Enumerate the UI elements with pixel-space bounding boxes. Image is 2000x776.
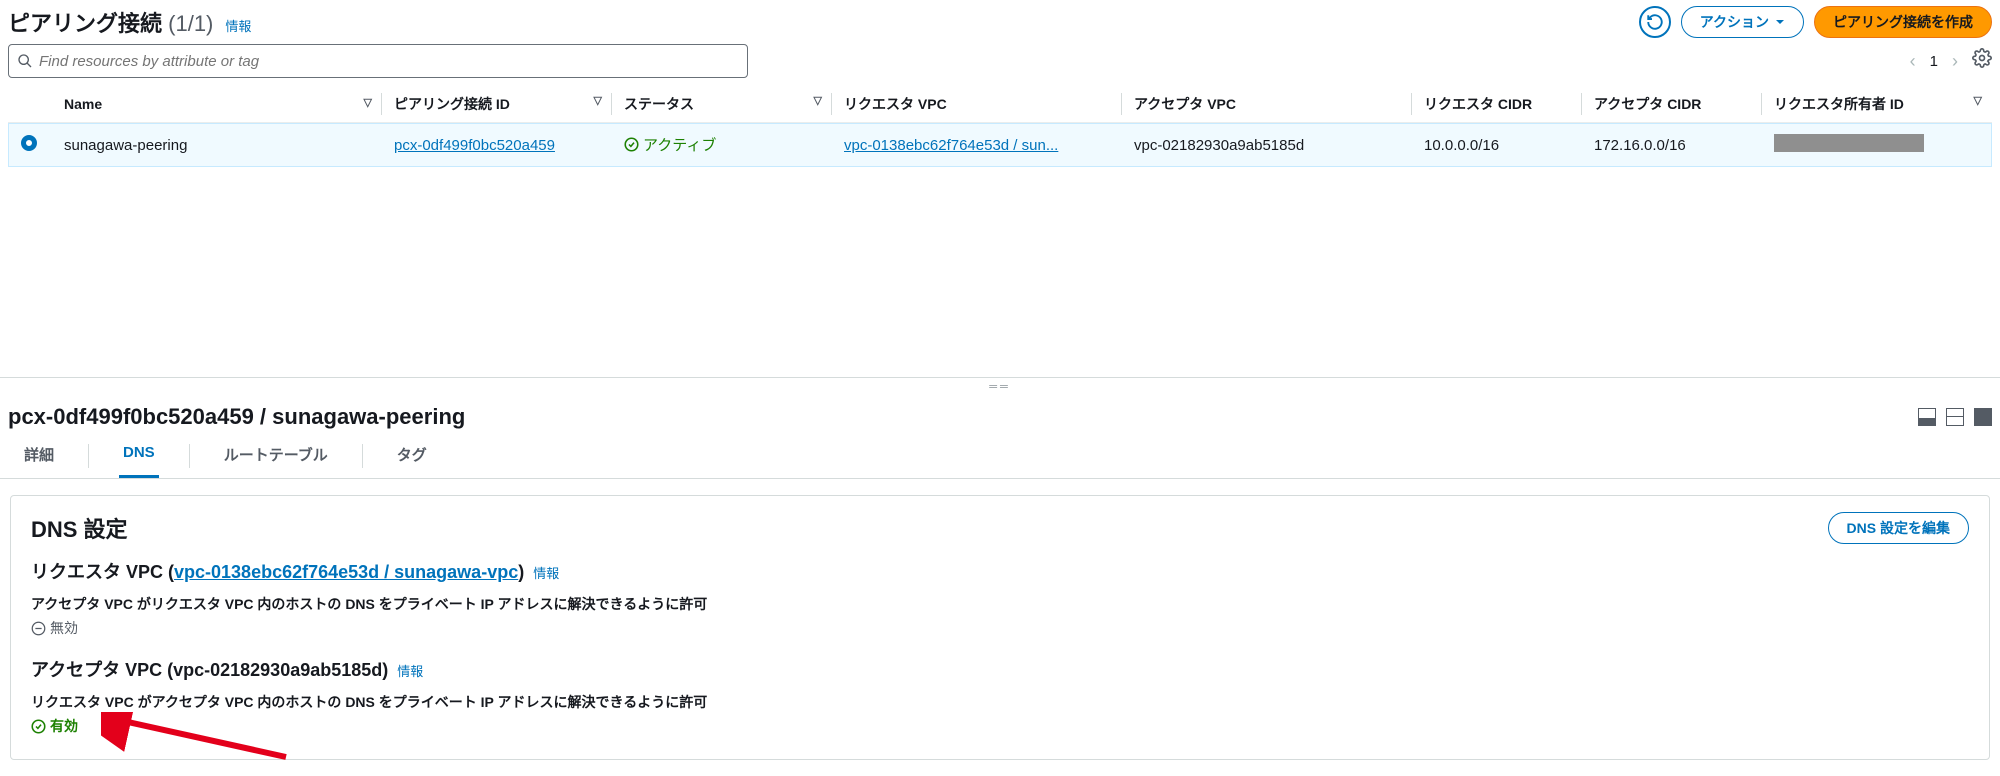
actions-label: アクション bbox=[1700, 12, 1769, 32]
col-acc-cidr[interactable]: アクセプタ CIDR bbox=[1594, 96, 1701, 112]
req-label-post: ) bbox=[518, 562, 524, 582]
col-peering-id[interactable]: ピアリング接続 ID bbox=[394, 96, 510, 112]
split-handle[interactable]: ══ bbox=[0, 378, 2000, 396]
acc-desc: リクエスタ VPC がアクセプタ VPC 内のホストの DNS をプライベート … bbox=[31, 692, 1969, 712]
dns-panel-title: DNS 設定 bbox=[31, 512, 128, 544]
disabled-text: 無効 bbox=[50, 618, 78, 638]
create-peering-button[interactable]: ピアリング接続を作成 bbox=[1814, 6, 1992, 38]
cell-req-vpc-link[interactable]: vpc-0138ebc62f764e53d / sun... bbox=[844, 137, 1058, 154]
layout-full-icon[interactable] bbox=[1974, 408, 1992, 426]
acc-label: アクセプタ VPC (vpc-02182930a9ab5185d) bbox=[31, 660, 388, 680]
page-next[interactable]: › bbox=[1952, 51, 1958, 72]
owner-redacted bbox=[1774, 134, 1924, 152]
cell-acc-cidr: 172.16.0.0/16 bbox=[1582, 123, 1762, 167]
acc-info-link[interactable]: 情報 bbox=[397, 664, 423, 679]
col-req-owner[interactable]: リクエスタ所有者 ID bbox=[1774, 96, 1904, 112]
col-acc-vpc[interactable]: アクセプタ VPC bbox=[1134, 96, 1236, 112]
caret-down-icon bbox=[1775, 17, 1785, 27]
refresh-button[interactable] bbox=[1639, 6, 1671, 38]
peering-table: Name ピアリング接続 ID ステータス リクエスタ VPC アクセプタ VP… bbox=[8, 86, 1992, 167]
accepter-section: アクセプタ VPC (vpc-02182930a9ab5185d) 情報 bbox=[31, 656, 1969, 682]
enabled-text: 有効 bbox=[50, 716, 78, 736]
col-req-cidr[interactable]: リクエスタ CIDR bbox=[1424, 96, 1532, 112]
req-desc: アクセプタ VPC がリクエスタ VPC 内のホストの DNS をプライベート … bbox=[31, 594, 1969, 614]
page-title: ピアリング接続 (1/1) bbox=[8, 6, 213, 38]
actions-button[interactable]: アクション bbox=[1681, 6, 1804, 38]
create-label: ピアリング接続を作成 bbox=[1833, 12, 1973, 32]
status-active: アクティブ bbox=[624, 134, 716, 155]
status-enabled: 有効 bbox=[31, 716, 78, 736]
req-vpc-link[interactable]: vpc-0138ebc62f764e53d / sunagawa-vpc bbox=[174, 562, 518, 582]
cell-name: sunagawa-peering bbox=[52, 123, 382, 167]
status-text: アクティブ bbox=[643, 134, 716, 155]
page-number: 1 bbox=[1930, 53, 1938, 70]
req-info-link[interactable]: 情報 bbox=[533, 566, 559, 581]
status-disabled: 無効 bbox=[31, 618, 78, 638]
col-name[interactable]: Name bbox=[64, 96, 102, 112]
detail-tabs: 詳細 DNS ルートテーブル タグ bbox=[0, 434, 2000, 479]
col-req-vpc[interactable]: リクエスタ VPC bbox=[844, 96, 947, 112]
page-prev[interactable]: ‹ bbox=[1910, 51, 1916, 72]
requester-section: リクエスタ VPC (vpc-0138ebc62f764e53d / sunag… bbox=[31, 558, 1969, 584]
cell-acc-vpc: vpc-02182930a9ab5185d bbox=[1122, 123, 1412, 167]
search-icon bbox=[17, 53, 33, 69]
refresh-icon bbox=[1646, 13, 1664, 31]
dns-panel: DNS 設定 DNS 設定を編集 リクエスタ VPC (vpc-0138ebc6… bbox=[10, 495, 1990, 760]
detail-title: pcx-0df499f0bc520a459 / sunagawa-peering bbox=[8, 404, 465, 430]
edit-dns-button[interactable]: DNS 設定を編集 bbox=[1828, 512, 1969, 544]
cell-peering-id-link[interactable]: pcx-0df499f0bc520a459 bbox=[394, 137, 555, 154]
check-circle-icon bbox=[31, 719, 46, 734]
row-radio[interactable] bbox=[21, 135, 37, 151]
cell-req-cidr: 10.0.0.0/16 bbox=[1412, 123, 1582, 167]
layout-split-icon[interactable] bbox=[1946, 408, 1964, 426]
req-label-pre: リクエスタ VPC ( bbox=[31, 562, 174, 582]
tab-detail[interactable]: 詳細 bbox=[20, 434, 58, 478]
layout-bottom-icon[interactable] bbox=[1918, 408, 1936, 426]
tab-route[interactable]: ルートテーブル bbox=[220, 434, 332, 478]
check-circle-icon bbox=[624, 137, 639, 152]
table-row[interactable]: sunagawa-peering pcx-0df499f0bc520a459 ア… bbox=[8, 123, 1992, 167]
search-input[interactable] bbox=[39, 53, 739, 70]
minus-circle-icon bbox=[31, 621, 46, 636]
search-input-wrap[interactable] bbox=[8, 44, 748, 78]
tab-dns[interactable]: DNS bbox=[119, 434, 159, 478]
page-count: (1/1) bbox=[168, 11, 213, 36]
info-link[interactable]: 情報 bbox=[225, 16, 251, 35]
settings-gear[interactable] bbox=[1972, 48, 1992, 74]
annotation-arrow bbox=[101, 712, 291, 765]
col-status[interactable]: ステータス bbox=[624, 96, 694, 112]
tab-tag[interactable]: タグ bbox=[393, 434, 431, 478]
page-title-text: ピアリング接続 bbox=[8, 11, 162, 36]
edit-dns-label: DNS 設定を編集 bbox=[1847, 518, 1950, 538]
